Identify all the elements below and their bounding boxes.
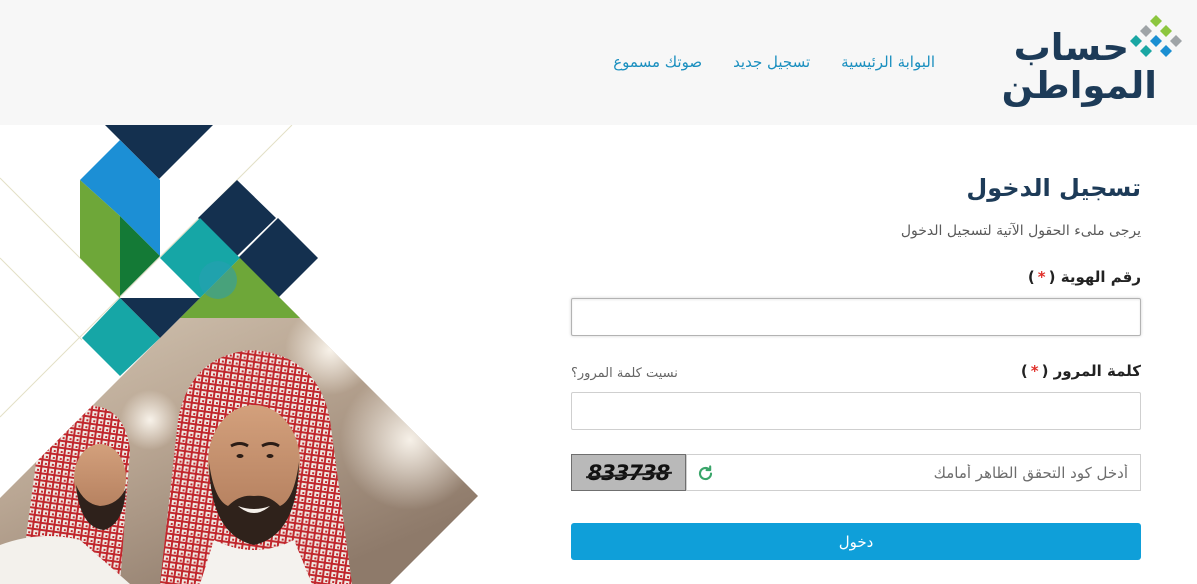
nav-link-register[interactable]: تسجيل جديد: [733, 50, 810, 74]
form-instructions: يرجى ملىء الحقول الآتية لتسجيل الدخول: [900, 223, 1141, 239]
main-nav: البوابة الرئيسية تسجيل جديد صوتك مسموع: [613, 50, 935, 74]
page-title: تسجيل الدخول: [966, 174, 1141, 202]
password-label-row: كلمة المرور (*) نسيت كلمة المرور؟: [571, 360, 1141, 382]
site-header: حساب المواطن البوابة الرئيسية تسجيل جديد…: [0, 0, 1197, 125]
site-logo[interactable]: حساب المواطن: [1001, 12, 1185, 112]
refresh-icon[interactable]: [697, 465, 714, 482]
logo-text-line2: المواطن: [1001, 64, 1157, 107]
required-open-paren: (: [1048, 268, 1056, 286]
required-asterisk: *: [1037, 268, 1046, 286]
logo-text-line1: حساب: [1013, 26, 1129, 69]
captcha-image: 833738: [571, 454, 686, 491]
id-label-row: رقم الهوية (*): [571, 266, 1141, 288]
required-asterisk: *: [1030, 362, 1039, 380]
password-label: كلمة المرور (*): [1021, 362, 1141, 380]
login-button[interactable]: دخول: [571, 523, 1141, 560]
id-label-text: رقم الهوية: [1060, 268, 1141, 286]
national-id-input[interactable]: [571, 298, 1141, 336]
required-close-paren: ): [1027, 268, 1035, 286]
forgot-password-link[interactable]: نسيت كلمة المرور؟: [571, 365, 678, 383]
id-label: رقم الهوية (*): [1028, 268, 1141, 286]
nav-link-feedback[interactable]: صوتك مسموع: [613, 50, 702, 74]
required-open-paren: (: [1041, 362, 1049, 380]
hero-illustration: [0, 125, 478, 584]
password-label-text: كلمة المرور: [1053, 362, 1141, 380]
required-close-paren: ): [1020, 362, 1028, 380]
login-form: تسجيل الدخول يرجى ملىء الحقول الآتية لتس…: [571, 125, 1141, 584]
password-input[interactable]: [571, 392, 1141, 430]
logo-emblem-icon: [1130, 15, 1182, 57]
captcha-row: 833738: [571, 454, 1141, 491]
captcha-input[interactable]: [686, 454, 1141, 491]
nav-link-home-portal[interactable]: البوابة الرئيسية: [841, 50, 935, 74]
